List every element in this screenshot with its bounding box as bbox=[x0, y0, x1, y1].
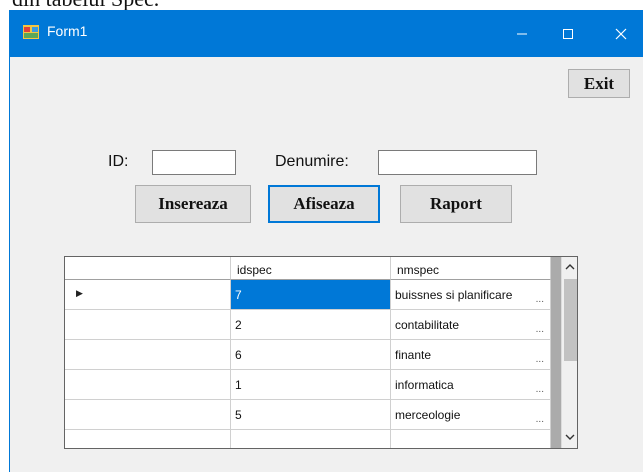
scroll-down-icon[interactable] bbox=[565, 433, 575, 441]
column-header-idspec[interactable]: idspec bbox=[231, 257, 391, 280]
cell-idspec[interactable]: 2 bbox=[231, 310, 391, 340]
cell-nmspec-text: finante bbox=[395, 348, 432, 362]
cell-idspec[interactable] bbox=[231, 430, 391, 448]
title-bar[interactable]: Form1 bbox=[10, 10, 643, 57]
close-icon bbox=[615, 28, 627, 39]
row-header[interactable] bbox=[65, 370, 231, 400]
vertical-scrollbar[interactable] bbox=[561, 257, 577, 448]
minimize-icon bbox=[517, 33, 527, 34]
window-title: Form1 bbox=[47, 23, 88, 39]
app-icon bbox=[23, 25, 39, 39]
show-button[interactable]: Afiseaza bbox=[268, 185, 380, 223]
minimize-button[interactable] bbox=[499, 10, 545, 57]
ellipsis-button[interactable]: ... bbox=[536, 324, 544, 335]
ellipsis-button[interactable]: ... bbox=[536, 294, 544, 305]
insert-button[interactable]: Insereaza bbox=[135, 185, 251, 223]
cell-idspec[interactable]: 7 bbox=[231, 280, 391, 310]
cell-nmspec-text: informatica bbox=[395, 378, 454, 392]
row-header[interactable] bbox=[65, 400, 231, 430]
exit-button[interactable]: Exit bbox=[568, 69, 630, 98]
ellipsis-button[interactable]: ... bbox=[536, 384, 544, 395]
scrollbar-thumb[interactable] bbox=[564, 279, 577, 361]
row-header[interactable]: ▶ bbox=[65, 280, 231, 310]
column-header-nmspec[interactable]: nmspec bbox=[391, 257, 551, 280]
cell-idspec[interactable]: 1 bbox=[231, 370, 391, 400]
scroll-up-icon[interactable] bbox=[565, 263, 575, 271]
data-grid[interactable]: idspec nmspec ▶ 7 buissnes si planificar… bbox=[64, 256, 578, 449]
cell-nmspec[interactable] bbox=[391, 430, 551, 448]
close-button[interactable] bbox=[598, 10, 643, 57]
maximize-icon bbox=[563, 28, 573, 39]
cell-idspec[interactable]: 5 bbox=[231, 400, 391, 430]
cell-nmspec-text: merceologie bbox=[395, 408, 461, 422]
denumire-field[interactable] bbox=[378, 150, 537, 175]
row-header[interactable] bbox=[65, 310, 231, 340]
id-field[interactable] bbox=[152, 150, 236, 175]
id-label: ID: bbox=[108, 153, 129, 170]
cell-nmspec[interactable]: informatica ... bbox=[391, 370, 551, 400]
cell-idspec[interactable]: 6 bbox=[231, 340, 391, 370]
row-header[interactable] bbox=[65, 430, 231, 448]
cell-nmspec[interactable]: buissnes si planificare ... bbox=[391, 280, 551, 310]
report-button[interactable]: Raport bbox=[400, 185, 512, 223]
cell-nmspec[interactable]: finante ... bbox=[391, 340, 551, 370]
denumire-label: Denumire: bbox=[275, 153, 349, 170]
ellipsis-button[interactable]: ... bbox=[536, 414, 544, 425]
cell-nmspec-text: contabilitate bbox=[395, 318, 460, 332]
grid-corner-header[interactable] bbox=[65, 257, 231, 280]
maximize-button[interactable] bbox=[545, 10, 591, 57]
ellipsis-button[interactable]: ... bbox=[536, 354, 544, 365]
form-window: Form1 Exit ID: Denumire: Insereaza Afise… bbox=[9, 10, 643, 472]
current-row-arrow-icon: ▶ bbox=[76, 288, 83, 298]
cell-nmspec-text: buissnes si planificare bbox=[395, 288, 513, 302]
cell-nmspec[interactable]: contabilitate ... bbox=[391, 310, 551, 340]
cell-nmspec[interactable]: merceologie ... bbox=[391, 400, 551, 430]
row-header[interactable] bbox=[65, 340, 231, 370]
